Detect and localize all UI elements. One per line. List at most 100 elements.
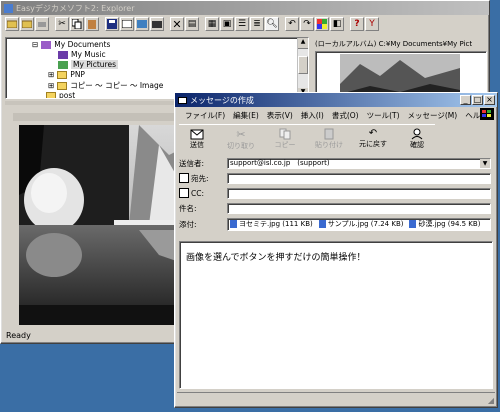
camera-icon[interactable] xyxy=(150,17,164,31)
menu-format[interactable]: 書式(O) xyxy=(332,110,359,121)
tree-item-my-documents[interactable]: ⊟ My Documents xyxy=(32,40,110,49)
from-row: 送信者: support@isl.co.jp (support) ▼ xyxy=(179,157,491,169)
zoom-icon[interactable]: 🔍︎ xyxy=(265,17,279,31)
print-icon[interactable] xyxy=(35,17,49,31)
app-icon xyxy=(4,3,13,13)
large-icons-view-icon[interactable]: ▦ xyxy=(205,17,219,31)
compose-status-bar: ◢ xyxy=(177,392,495,405)
tree-item-my-music[interactable]: My Music xyxy=(58,50,106,59)
list-view-icon[interactable]: ☰ xyxy=(235,17,249,31)
attachment-item[interactable]: 砂漠.jpg (94.5 KB) xyxy=(409,219,480,229)
expand-icon[interactable]: ⊞ xyxy=(48,70,54,79)
tree-item-my-pictures[interactable]: My Pictures xyxy=(58,60,118,69)
compose-title: メッセージの作成 xyxy=(190,95,254,105)
send-icon xyxy=(190,129,204,140)
menu-message[interactable]: メッセージ(M) xyxy=(408,110,458,121)
collapse-icon[interactable]: ⊟ xyxy=(32,40,38,49)
menu-edit[interactable]: 編集(E) xyxy=(233,110,259,121)
jpeg-file-icon xyxy=(230,220,237,228)
save-icon[interactable] xyxy=(105,17,119,31)
address-book-icon[interactable] xyxy=(179,188,189,198)
attachment-list[interactable]: ヨセミテ.jpg (111 KB) サンプル.jpg (7.24 KB) 砂漠.… xyxy=(227,217,491,231)
expand-icon[interactable]: ⊞ xyxy=(48,81,54,90)
menu-tools[interactable]: ツール(T) xyxy=(367,110,400,121)
to-row: 宛先: xyxy=(179,172,491,184)
explorer-toolbar: ✂ ✕ ▤ ▦ ▣ ☰ ≣ 🔍︎ ↶ ↷ ◧ ? Y xyxy=(5,17,379,31)
copy-button[interactable]: コピー xyxy=(267,128,303,151)
from-select[interactable]: support@isl.co.jp (support) ▼ xyxy=(227,157,491,169)
open-folder-icon[interactable] xyxy=(5,17,19,31)
attach-label: 添付: xyxy=(179,219,197,229)
to-field[interactable] xyxy=(227,172,491,184)
attachment-item[interactable]: ヨセミテ.jpg (111 KB) xyxy=(230,219,313,229)
filter-icon[interactable]: ◧ xyxy=(330,17,344,31)
minimize-icon[interactable]: _ xyxy=(460,95,471,105)
cc-row: CC: xyxy=(179,187,491,199)
menu-help[interactable]: ヘル xyxy=(465,110,480,121)
jpeg-file-icon xyxy=(409,220,417,228)
undo-button[interactable]: ↶ 元に戻す xyxy=(355,128,391,151)
details-view-icon[interactable]: ≣ xyxy=(250,17,264,31)
menu-bar: ファイル(F) 編集(E) 表示(V) 挿入(I) 書式(O) ツール(T) メ… xyxy=(185,110,488,121)
maximize-icon[interactable]: □ xyxy=(472,95,483,105)
properties-icon[interactable]: ▤ xyxy=(185,17,199,31)
delete-icon[interactable]: ✕ xyxy=(170,17,184,31)
message-body-text: 画像を選んでボタンを押すだけの簡単操作！ xyxy=(186,253,366,263)
documents-folder-icon xyxy=(41,40,52,49)
mail-icon[interactable] xyxy=(120,17,134,31)
attach-row: 添付: ヨセミテ.jpg (111 KB) サンプル.jpg (7.24 KB)… xyxy=(179,217,491,231)
color-adjust-icon[interactable] xyxy=(315,17,329,31)
explorer-title-bar: Easyデジカメソフト2: Explorer xyxy=(1,1,489,15)
tree-scrollbar[interactable]: ▲ ▼ xyxy=(297,38,308,98)
resize-grip-icon[interactable]: ◢ xyxy=(488,396,494,405)
small-icons-view-icon[interactable]: ▣ xyxy=(220,17,234,31)
header-fields: 送信者: support@isl.co.jp (support) ▼ 宛先: C… xyxy=(175,155,497,243)
check-names-button[interactable]: 確認 xyxy=(399,128,435,151)
paste-icon xyxy=(324,128,334,140)
compose-title-bar: メッセージの作成 _ □ × xyxy=(175,93,497,107)
menu-file[interactable]: ファイル(F) xyxy=(185,110,225,121)
windows-logo-icon xyxy=(480,108,494,120)
copy-icon[interactable] xyxy=(70,17,84,31)
new-folder-icon[interactable] xyxy=(20,17,34,31)
paste-button[interactable]: 貼り付け xyxy=(311,128,347,151)
from-label: 送信者: xyxy=(179,158,205,168)
tree-item-pnp[interactable]: ⊞ PNP xyxy=(48,70,85,79)
subject-field[interactable] xyxy=(227,202,491,214)
tree-item-copy-image[interactable]: ⊞ コピー ～ コピー ～ Image xyxy=(48,80,163,91)
paste-icon[interactable] xyxy=(85,17,99,31)
image-icon[interactable] xyxy=(135,17,149,31)
tree-item-post[interactable]: post xyxy=(46,91,75,98)
chevron-down-icon[interactable]: ▼ xyxy=(480,158,490,168)
pictures-folder-icon xyxy=(58,60,68,69)
music-folder-icon xyxy=(58,50,68,59)
subject-row: 件名: xyxy=(179,202,491,214)
check-names-icon xyxy=(411,128,423,140)
album-path: (ローカルアルバム) C:¥My Documents¥My Pict xyxy=(315,40,473,48)
menu-view[interactable]: 表示(V) xyxy=(267,110,293,121)
compose-icon xyxy=(178,96,187,104)
cut-icon[interactable]: ✂ xyxy=(55,17,69,31)
folder-icon xyxy=(57,81,68,90)
message-body[interactable]: 画像を選んでボタンを押すだけの簡単操作！ xyxy=(179,241,493,389)
folder-tree[interactable]: ⊟ My Documents My Music My Pictures ⊞ PN… xyxy=(5,37,309,99)
jpeg-file-icon xyxy=(318,220,326,228)
send-button[interactable]: 送信 xyxy=(179,128,215,151)
menu-insert[interactable]: 挿入(I) xyxy=(301,110,324,121)
undo-icon: ↶ xyxy=(368,128,378,139)
cut-button[interactable]: ✂ 切り取り xyxy=(223,128,259,151)
exit-icon[interactable]: Y xyxy=(365,17,379,31)
address-book-icon[interactable] xyxy=(179,173,189,183)
folder-icon xyxy=(57,70,68,79)
attachment-item[interactable]: サンプル.jpg (7.24 KB) xyxy=(318,219,403,229)
scroll-thumb[interactable] xyxy=(298,56,308,74)
compose-window: メッセージの作成 _ □ × ファイル(F) 編集(E) 表示(V) 挿入(I)… xyxy=(174,92,498,408)
scroll-up-icon[interactable]: ▲ xyxy=(298,38,308,49)
cc-field[interactable] xyxy=(227,187,491,199)
close-icon[interactable]: × xyxy=(484,95,495,105)
help-icon[interactable]: ? xyxy=(350,17,364,31)
copy-icon xyxy=(279,128,291,140)
explorer-title: Easyデジカメソフト2: Explorer xyxy=(16,3,135,13)
rotate-left-icon[interactable]: ↶ xyxy=(285,17,299,31)
rotate-right-icon[interactable]: ↷ xyxy=(300,17,314,31)
